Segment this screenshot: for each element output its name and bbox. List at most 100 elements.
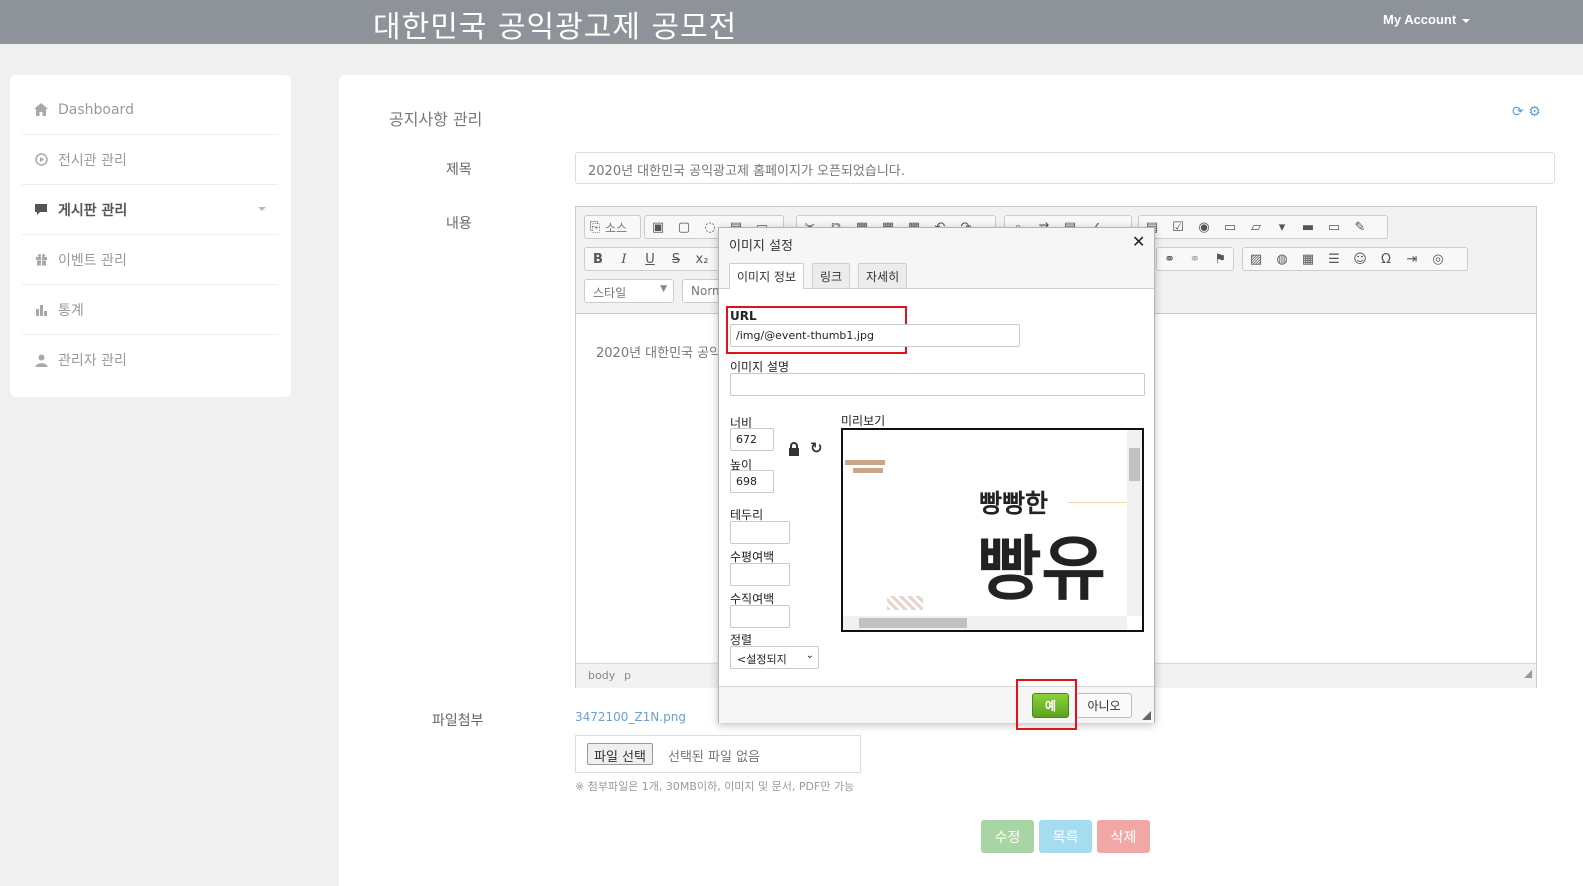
title-label: 제목 xyxy=(446,162,472,178)
vspace-input[interactable] xyxy=(730,605,790,628)
sidebar-item-label: 전시관 관리 xyxy=(58,152,127,169)
sidebar-item-board[interactable]: 게시판 관리 xyxy=(22,185,278,235)
link-icon[interactable]: ⚭ xyxy=(1157,248,1182,270)
table-icon[interactable]: ▦ xyxy=(1295,248,1321,270)
page-title: 공지사항 관리 xyxy=(389,110,483,129)
links-toolbar-group: ⚭ ⚭ ⚑ xyxy=(1156,247,1234,271)
smiley-icon[interactable]: ☺ xyxy=(1347,248,1373,270)
lock-ratio-icon[interactable] xyxy=(787,441,801,460)
file-input[interactable]: 파일 선택 선택된 파일 없음 xyxy=(575,735,861,773)
url-input[interactable]: /img/@event-thumb1.jpg xyxy=(730,324,1020,347)
reset-size-icon[interactable]: ↻ xyxy=(810,439,823,457)
preview-label: 미리보기 xyxy=(841,414,886,428)
preview-text-big: 빵유 xyxy=(977,528,1106,610)
subscript-icon[interactable]: x₂ xyxy=(689,248,715,270)
sidebar-item-label: Dashboard xyxy=(58,101,134,118)
flash-icon[interactable]: ◍ xyxy=(1269,248,1295,270)
chevron-down-icon: ⌄ xyxy=(805,650,814,661)
preview-vertical-scrollbar[interactable] xyxy=(1127,430,1142,616)
edit-button[interactable]: 수정 xyxy=(981,820,1034,853)
textarea-icon[interactable]: ▱ xyxy=(1243,216,1269,238)
chevron-down-icon xyxy=(258,207,266,211)
hspace-input[interactable] xyxy=(730,563,790,586)
sidebar-item-event[interactable]: 이벤트 관리 xyxy=(22,235,278,285)
dialog-title: 이미지 설정 xyxy=(729,239,793,254)
delete-button[interactable]: 삭제 xyxy=(1097,820,1150,853)
home-icon xyxy=(34,103,48,117)
file-status: 선택된 파일 없음 xyxy=(668,750,760,765)
attach-label: 파일첨부 xyxy=(432,713,484,729)
chevron-down-icon: ▼ xyxy=(660,284,667,294)
horizontal-rule-icon[interactable]: ☰ xyxy=(1321,248,1347,270)
button-icon[interactable]: ▬ xyxy=(1295,216,1321,238)
url-label: URL xyxy=(730,309,757,323)
source-button[interactable]: ⎘ 소스 xyxy=(584,215,641,239)
preview-horizontal-scrollbar[interactable] xyxy=(843,616,1127,630)
style-dropdown-label: 스타일 xyxy=(593,286,627,300)
sidebar-item-admins[interactable]: 관리자 관리 xyxy=(22,335,278,385)
basic-styles-toolbar-group: B I U S x₂ xyxy=(584,247,721,271)
alt-text-input[interactable] xyxy=(730,373,1145,396)
content-label: 내용 xyxy=(446,216,472,232)
attached-file-link[interactable]: 3472100_Z1N.png xyxy=(575,710,686,724)
list-button[interactable]: 목록 xyxy=(1039,820,1092,853)
attach-note: ※ 첨부파일은 1개, 30MB이하, 이미지 및 문서, PDF만 가능 xyxy=(575,780,855,793)
account-label: My Account xyxy=(1383,12,1457,27)
sidebar-item-dashboard[interactable]: Dashboard xyxy=(22,85,278,135)
tab-advanced[interactable]: 자세히 xyxy=(858,263,908,288)
width-input[interactable]: 672 xyxy=(730,428,774,451)
tab-image-info[interactable]: 이미지 정보 xyxy=(729,263,805,289)
tab-link[interactable]: 링크 xyxy=(812,263,851,288)
gear-icon[interactable]: ⚙ xyxy=(1528,104,1541,120)
page-break-icon[interactable]: ⇥ xyxy=(1399,248,1425,270)
path-body[interactable]: body xyxy=(588,669,615,682)
image-icon[interactable]: ▨ xyxy=(1243,248,1269,270)
new-page-icon[interactable]: ▢ xyxy=(671,216,697,238)
image-button-icon[interactable]: ▭ xyxy=(1321,216,1347,238)
special-char-icon[interactable]: Ω xyxy=(1373,248,1399,270)
align-select-value: <설정되지 xyxy=(737,653,787,666)
source-label: 소스 xyxy=(605,220,628,235)
iframe-globe-icon[interactable]: ◎ xyxy=(1425,248,1451,270)
top-bar: 대한민국 공익광고제 공모전 My Account xyxy=(0,0,1583,45)
height-input[interactable]: 698 xyxy=(730,470,774,493)
radio-icon[interactable]: ◉ xyxy=(1191,216,1217,238)
checkbox-icon[interactable]: ☑ xyxy=(1165,216,1191,238)
site-title: 대한민국 공익광고제 공모전 xyxy=(373,10,738,45)
hidden-field-icon[interactable]: ✎ xyxy=(1347,216,1373,238)
italic-icon[interactable]: I xyxy=(611,248,637,270)
align-select[interactable]: <설정되지 ⌄ xyxy=(730,646,819,669)
sidebar-item-label: 관리자 관리 xyxy=(58,353,127,369)
refresh-icon[interactable]: ⟳ xyxy=(1512,104,1524,120)
anchor-flag-icon[interactable]: ⚑ xyxy=(1208,248,1233,270)
select-icon[interactable]: ▾ xyxy=(1269,216,1295,238)
dialog-footer: 예 아니오 xyxy=(719,686,1154,723)
border-input[interactable] xyxy=(730,521,790,544)
style-dropdown[interactable]: 스타일 ▼ xyxy=(584,279,674,303)
ok-highlight-box xyxy=(1016,679,1077,730)
strike-icon[interactable]: S xyxy=(663,248,689,270)
image-preview: 빵빵한 빵유 xyxy=(841,428,1144,632)
sidebar-item-stats[interactable]: 통계 xyxy=(22,285,278,335)
textfield-icon[interactable]: ▭ xyxy=(1217,216,1243,238)
unlink-icon[interactable]: ⚭ xyxy=(1182,248,1207,270)
save-icon[interactable]: ▣ xyxy=(645,216,671,238)
image-properties-dialog: 이미지 설정 ✕ 이미지 정보 링크 자세히 URL /img/@event-t… xyxy=(718,227,1155,730)
sidebar-item-label: 게시판 관리 xyxy=(58,202,128,219)
play-circle-icon xyxy=(34,153,48,167)
my-account-menu[interactable]: My Account xyxy=(1383,12,1471,27)
cancel-button[interactable]: 아니오 xyxy=(1076,693,1132,718)
resize-handle-icon[interactable] xyxy=(1142,711,1151,720)
preview-pattern xyxy=(887,596,923,610)
bold-icon[interactable]: B xyxy=(585,248,611,270)
dialog-header[interactable]: 이미지 설정 ✕ xyxy=(719,228,1154,261)
path-p[interactable]: p xyxy=(624,669,631,682)
resize-handle-icon[interactable] xyxy=(1524,670,1532,678)
sidebar-item-exhibition[interactable]: 전시관 관리 xyxy=(22,135,278,185)
title-input[interactable]: 2020년 대한민국 공익광고제 홈페이지가 오픈되었습니다. xyxy=(575,152,1555,184)
source-icon: ⎘ xyxy=(589,219,601,235)
underline-icon[interactable]: U xyxy=(637,248,663,270)
insert-toolbar-group: ▨ ◍ ▦ ☰ ☺ Ω ⇥ ◎ xyxy=(1242,247,1468,271)
close-icon[interactable]: ✕ xyxy=(1132,232,1145,251)
choose-file-button[interactable]: 파일 선택 xyxy=(587,743,653,765)
